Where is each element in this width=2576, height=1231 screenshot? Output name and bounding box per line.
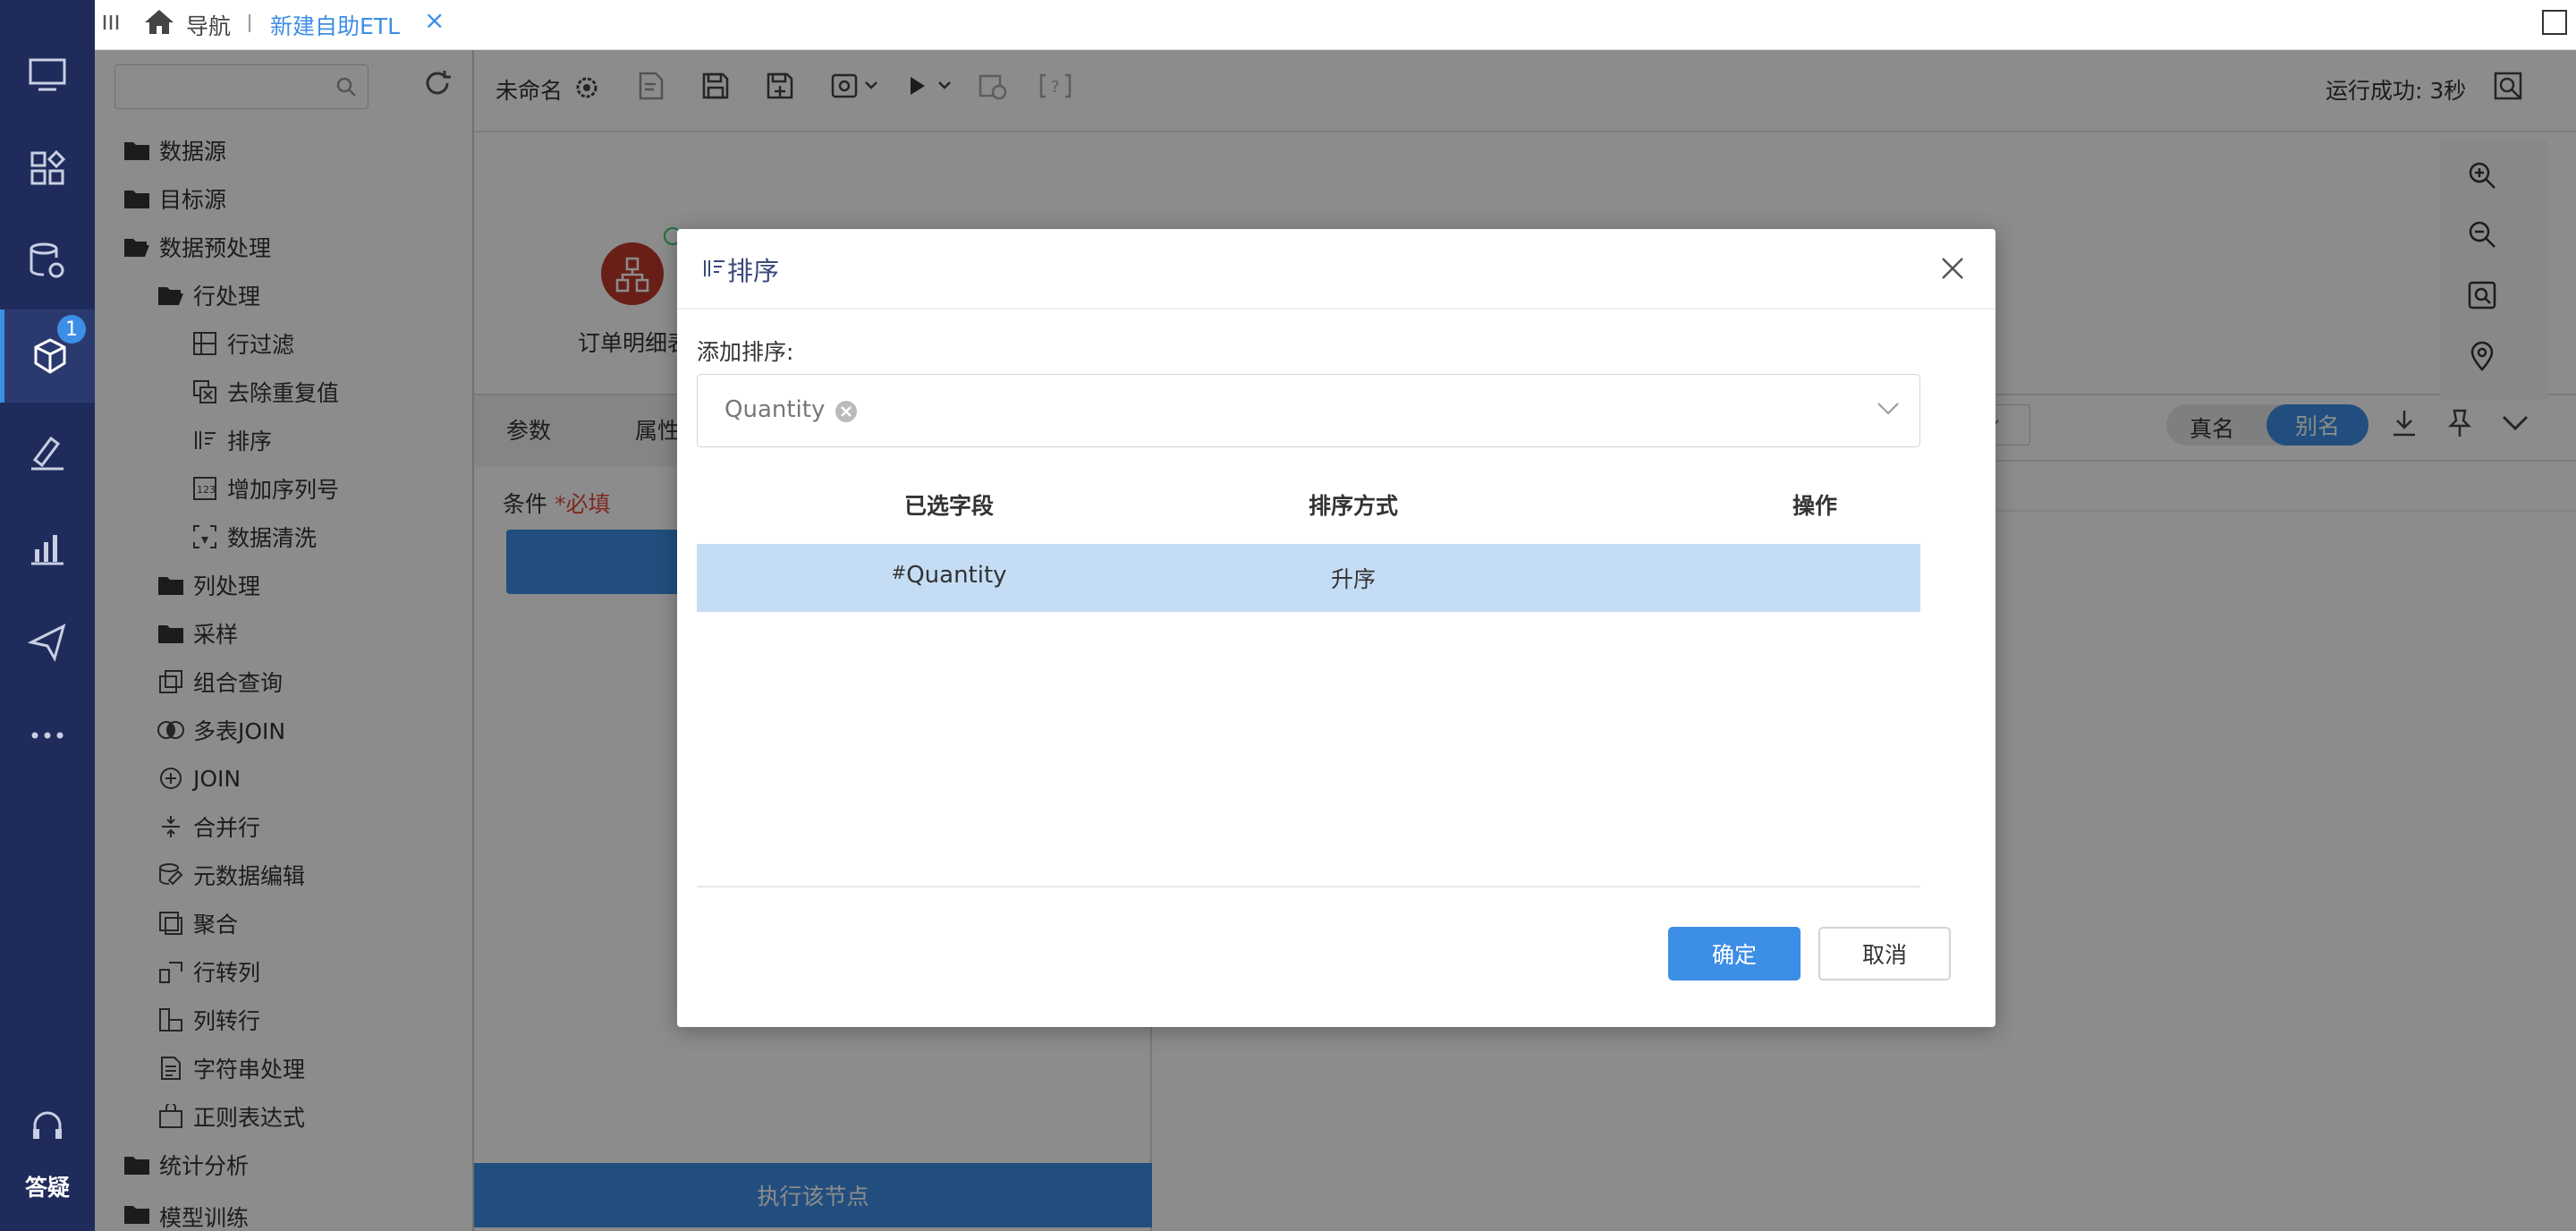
sort-icon bbox=[702, 258, 725, 279]
close-tab-icon[interactable]: × bbox=[424, 5, 445, 35]
more-icon[interactable] bbox=[0, 689, 95, 782]
monitor-icon[interactable] bbox=[0, 29, 95, 122]
selected-field-tag: Quantity bbox=[724, 396, 826, 423]
dashboard-icon[interactable] bbox=[0, 122, 95, 215]
send-icon[interactable] bbox=[0, 596, 95, 689]
cancel-button[interactable]: 取消 bbox=[1818, 927, 1951, 981]
chart-icon[interactable] bbox=[0, 501, 95, 594]
dialog-header-divider bbox=[677, 308, 1996, 310]
dialog-title: 排序 bbox=[727, 256, 780, 286]
headset-icon[interactable] bbox=[0, 1100, 95, 1154]
tab-bar: 导航 新建自助ETL × bbox=[95, 0, 2576, 50]
sort-field-select[interactable]: Quantity bbox=[697, 374, 1920, 447]
column-selected-field: 已选字段 bbox=[903, 493, 994, 519]
add-sort-label: 添加排序: bbox=[697, 339, 794, 365]
sort-dialog: 排序 添加排序: Quantity 已选字段 排序方式 操作 #Quantity… bbox=[677, 229, 1996, 1027]
tab-new-etl[interactable]: 新建自助ETL bbox=[270, 9, 400, 41]
paint-icon[interactable] bbox=[0, 406, 95, 499]
tab-divider bbox=[249, 14, 250, 32]
menu-lines-icon[interactable] bbox=[102, 13, 120, 32]
left-nav: 1 答疑 bbox=[0, 0, 95, 1231]
tag-remove-icon[interactable] bbox=[834, 399, 859, 424]
home-tab[interactable]: 导航 bbox=[186, 9, 231, 41]
table-row[interactable]: #Quantity 升序 bbox=[697, 544, 1920, 612]
number-type-icon: # bbox=[891, 562, 907, 583]
row-field-cell: #Quantity bbox=[891, 562, 1007, 589]
column-sort-order: 排序方式 bbox=[1308, 493, 1398, 519]
notification-badge: 1 bbox=[57, 315, 86, 344]
database-gear-icon[interactable] bbox=[0, 215, 95, 308]
row-order-cell[interactable]: 升序 bbox=[1201, 562, 1505, 594]
confirm-button[interactable]: 确定 bbox=[1668, 927, 1801, 981]
help-label[interactable]: 答疑 bbox=[0, 1170, 95, 1202]
home-icon[interactable] bbox=[143, 7, 175, 36]
sort-table-header: 已选字段 排序方式 操作 bbox=[697, 481, 1920, 524]
close-icon[interactable] bbox=[1940, 256, 1965, 281]
column-action: 操作 bbox=[1792, 493, 1837, 519]
maximize-icon[interactable] bbox=[2542, 10, 2567, 35]
table-bottom-line bbox=[697, 886, 1920, 887]
chevron-down-icon[interactable] bbox=[1877, 402, 1900, 416]
